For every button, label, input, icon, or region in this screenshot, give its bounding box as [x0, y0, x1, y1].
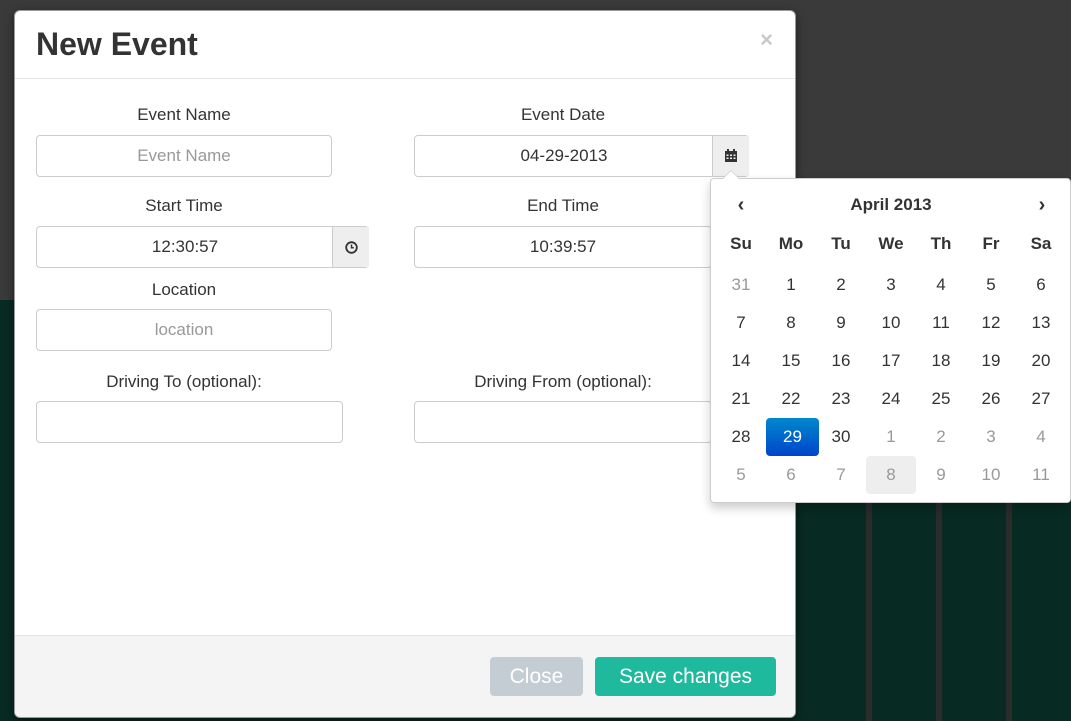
calendar-day[interactable]: 1	[766, 266, 816, 304]
calendar-day[interactable]: 31	[716, 266, 766, 304]
calendar-day[interactable]: 9	[916, 456, 966, 494]
location-label: Location	[151, 280, 217, 299]
start-time-label: Start Time	[145, 196, 223, 215]
event-name-input[interactable]	[37, 136, 331, 176]
calendar-day[interactable]: 4	[1016, 418, 1066, 456]
close-button[interactable]: Close	[490, 657, 583, 696]
clock-icon	[344, 240, 358, 254]
background-divider	[1006, 500, 1012, 721]
calendar-day[interactable]: 13	[1016, 304, 1066, 342]
driving-to-label: Driving To (optional):	[106, 372, 262, 391]
calendar-day[interactable]: 19	[966, 342, 1016, 380]
calendar-day[interactable]: 6	[1016, 266, 1066, 304]
calendar-day[interactable]: 18	[916, 342, 966, 380]
selected-day[interactable]: 29	[766, 418, 819, 456]
event-date-field[interactable]: 04-29-2013	[414, 135, 749, 177]
calendar-day[interactable]: 22	[766, 380, 816, 418]
datepicker-dropdown: ‹ April 2013 › Su Mo Tu We Th Fr Sa 31 1 2 3 4 5 6 7 8…	[710, 170, 1071, 503]
calendar-day[interactable]: 1	[866, 418, 916, 456]
calendar-day[interactable]: 7	[816, 456, 866, 494]
start-time-field[interactable]: 12:30:57	[36, 226, 369, 268]
datepicker-caret	[723, 171, 739, 179]
end-time-field[interactable]: 10:39:57	[414, 226, 712, 268]
weekday-label: Fr	[982, 234, 1000, 253]
new-event-modal: New Event × Event Name Event Date 04-29-…	[14, 10, 796, 718]
calendar-day[interactable]: 16	[816, 342, 866, 380]
weekday-label: Su	[730, 234, 752, 253]
start-time-value[interactable]: 12:30:57	[37, 227, 333, 267]
event-name-field[interactable]	[36, 135, 332, 177]
calendar-day[interactable]: 3	[966, 418, 1016, 456]
event-date-value[interactable]: 04-29-2013	[415, 136, 713, 176]
calendar-day[interactable]: 5	[716, 456, 766, 494]
weekday-header: Su Mo Tu We Th Fr Sa	[716, 232, 1066, 256]
calendar-day[interactable]: 21	[716, 380, 766, 418]
calendar-day[interactable]: 25	[916, 380, 966, 418]
modal-footer: Close Save changes	[15, 635, 795, 717]
event-date-label: Event Date	[520, 105, 606, 124]
calendar-day[interactable]: 11	[916, 304, 966, 342]
calendar-day[interactable]: 3	[866, 266, 916, 304]
end-time-label: End Time	[527, 196, 599, 215]
calendar-day[interactable]: 14	[716, 342, 766, 380]
time-picker-button[interactable]	[332, 227, 369, 267]
driving-from-label: Driving From (optional):	[474, 372, 652, 391]
calendar-day[interactable]: 17	[866, 342, 916, 380]
calendar-day[interactable]: 5	[966, 266, 1016, 304]
background-divider	[936, 500, 942, 721]
calendar-day[interactable]: 9	[816, 304, 866, 342]
location-input[interactable]	[37, 310, 331, 350]
next-month-button[interactable]: ›	[1027, 193, 1057, 217]
weekday-label: We	[878, 234, 904, 253]
calendar-icon	[725, 149, 737, 162]
prev-month-button[interactable]: ‹	[726, 193, 756, 217]
background-divider	[866, 500, 872, 721]
datepicker-days: 31 1 2 3 4 5 6 7 8 9 10 11 12 13 14 15 16 17 18 19 20 21 22 23 2…	[716, 266, 1066, 494]
close-icon[interactable]: ×	[760, 29, 773, 51]
calendar-day[interactable]: 2	[816, 266, 866, 304]
calendar-day[interactable]: 27	[1016, 380, 1066, 418]
event-name-label: Event Name	[137, 105, 231, 124]
calendar-day[interactable]: 15	[766, 342, 816, 380]
calendar-day[interactable]: 6	[766, 456, 816, 494]
calendar-day[interactable]: 28	[716, 418, 766, 456]
calendar-day[interactable]: 10	[966, 456, 1016, 494]
calendar-day[interactable]: 8	[866, 456, 916, 494]
calendar-day[interactable]: 4	[916, 266, 966, 304]
calendar-day[interactable]: 30	[816, 418, 866, 456]
weekday-label: Sa	[1030, 234, 1052, 253]
calendar-day[interactable]: 8	[766, 304, 816, 342]
calendar-day[interactable]: 23	[816, 380, 866, 418]
weekday-label: Tu	[831, 234, 851, 253]
driving-to-input[interactable]	[37, 402, 342, 442]
weekday-label: Th	[930, 234, 952, 253]
calendar-day[interactable]: 20	[1016, 342, 1066, 380]
calendar-day[interactable]: 2	[916, 418, 966, 456]
save-changes-button[interactable]: Save changes	[595, 657, 776, 696]
calendar-day[interactable]: 24	[866, 380, 916, 418]
driving-to-field[interactable]	[36, 401, 343, 443]
modal-title: New Event	[36, 26, 198, 62]
end-time-value[interactable]: 10:39:57	[415, 227, 711, 267]
calendar-day[interactable]: 10	[866, 304, 916, 342]
calendar-day[interactable]: 11	[1016, 456, 1066, 494]
modal-header: New Event ×	[15, 11, 795, 79]
datepicker-month-title[interactable]: April 2013	[801, 193, 981, 217]
calendar-day[interactable]: 7	[716, 304, 766, 342]
calendar-day[interactable]: 12	[966, 304, 1016, 342]
driving-from-field[interactable]	[414, 401, 712, 443]
weekday-label: Mo	[778, 234, 804, 253]
driving-from-input[interactable]	[415, 402, 711, 442]
location-field[interactable]	[36, 309, 332, 351]
calendar-day[interactable]: 26	[966, 380, 1016, 418]
